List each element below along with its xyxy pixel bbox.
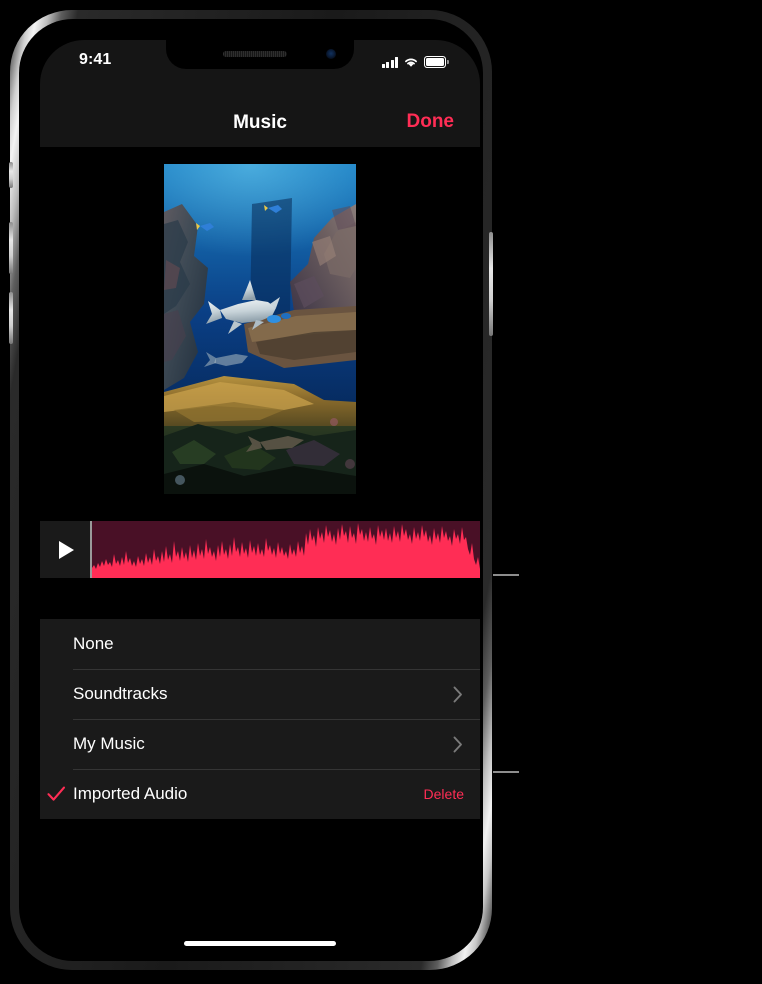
- phone-device-frame: 9:41 Music Done None Soundtracks My Musi…: [9, 10, 493, 970]
- volume-down-button[interactable]: [9, 292, 13, 344]
- status-bar-indicators: [381, 54, 450, 68]
- done-button[interactable]: Done: [407, 111, 455, 133]
- checkmark-icon: [40, 786, 73, 802]
- list-item-label: My Music: [73, 734, 145, 753]
- chevron-right-icon: [453, 686, 463, 703]
- underwater-reef-image: [164, 164, 356, 494]
- list-item-none[interactable]: None: [40, 619, 480, 669]
- audio-waveform[interactable]: [92, 521, 480, 578]
- wifi-icon: [405, 58, 417, 67]
- audio-track-row: [40, 521, 480, 578]
- video-preview-thumbnail[interactable]: [164, 164, 356, 494]
- home-indicator-bar[interactable]: [184, 941, 336, 946]
- list-item-imported-audio[interactable]: Imported Audio Delete: [40, 769, 480, 819]
- play-triangle-icon: [59, 540, 74, 559]
- phone-bezel: 9:41 Music Done None Soundtracks My Musi…: [19, 19, 483, 961]
- delete-button[interactable]: Delete: [424, 786, 464, 802]
- play-button[interactable]: [40, 521, 90, 578]
- list-item-label: Imported Audio: [73, 784, 188, 803]
- chevron-right-icon: [453, 736, 463, 753]
- volume-up-button[interactable]: [9, 222, 13, 274]
- list-item-label: Soundtracks: [73, 684, 168, 703]
- cellular-bars-icon: [381, 57, 398, 68]
- waveform-shape: [92, 523, 480, 578]
- power-button[interactable]: [489, 232, 493, 336]
- phone-screen: 9:41 Music Done None Soundtracks My Musi…: [40, 40, 480, 958]
- mute-switch-button[interactable]: [9, 162, 13, 188]
- music-options-list: None Soundtracks My Music Imported Audio…: [40, 619, 480, 819]
- status-bar: 9:41: [40, 40, 480, 84]
- status-bar-time: 9:41: [79, 51, 112, 68]
- list-item-label: None: [73, 634, 114, 653]
- list-item-my-music[interactable]: My Music: [40, 719, 480, 769]
- navigation-bar: Music Done: [40, 84, 480, 147]
- list-item-soundtracks[interactable]: Soundtracks: [40, 669, 480, 719]
- battery-full-icon: [424, 56, 449, 68]
